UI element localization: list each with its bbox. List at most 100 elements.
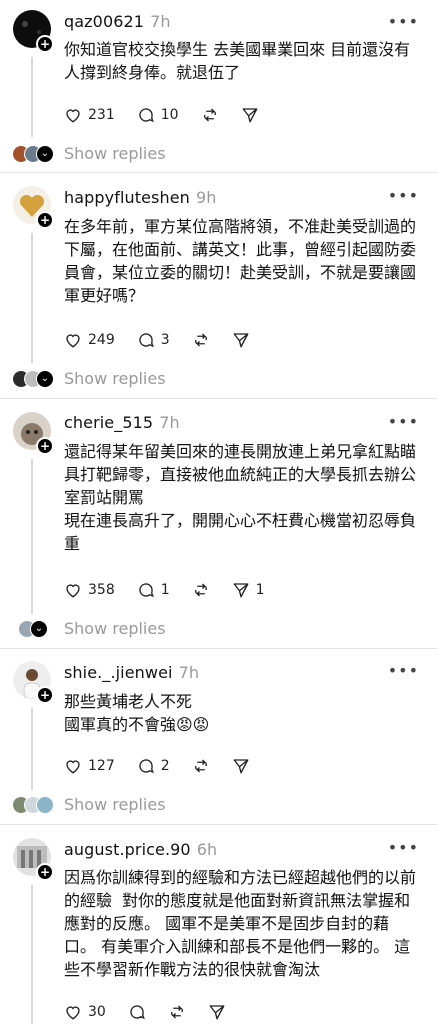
show-replies-row[interactable]: ⌄ Show replies [12,141,166,165]
post-time: 6h [196,840,218,859]
post-actions: 358 1 1 [64,578,287,602]
repost-button[interactable] [192,581,210,599]
reply-avatars: ⌄ [12,618,48,638]
comment-count: 2 [160,758,170,774]
post-text: 你知道官校交換學生 去美國畢業回來 目前還沒有 人撐到終身俸。就退伍了 [64,40,411,82]
comment-icon [139,583,154,598]
chevron-down-icon: ⌄ [36,370,54,388]
repost-icon [194,759,207,773]
divider [0,172,437,173]
post-header: happyfluteshen 9h [64,188,216,207]
post-header: cherie_515 7h [64,413,180,432]
like-count: 127 [88,758,115,774]
share-button[interactable] [232,331,250,349]
like-button[interactable]: 249 [64,331,115,349]
post-time: 7h [150,12,171,31]
comment-button[interactable] [128,1003,146,1021]
username[interactable]: august.price.90 [64,840,191,859]
comment-button[interactable]: 2 [137,757,170,775]
heart-icon [66,334,80,348]
repost-button[interactable] [168,1003,186,1021]
send-icon [233,759,249,774]
post-time: 7h [178,663,200,682]
reply-avatars: ⌄ [12,368,56,388]
follow-plus-icon[interactable]: + [36,211,54,229]
more-options-icon[interactable]: ••• [388,12,419,31]
more-options-icon[interactable]: ••• [388,661,419,680]
comment-button[interactable]: 3 [137,331,170,349]
comment-count: 3 [160,332,170,348]
thread-line [31,708,33,790]
comment-icon [139,333,154,348]
repost-icon [194,583,207,597]
username[interactable]: shie._.jienwei [64,663,173,682]
reply-avatars [12,794,56,814]
repost-icon [194,333,207,347]
post-header: shie._.jienwei 7h [64,663,199,682]
share-button[interactable]: 1 [232,581,265,599]
send-icon [233,333,249,348]
post-actions: 249 3 [64,328,272,352]
show-replies-link[interactable]: Show replies [64,795,166,814]
username[interactable]: happyfluteshen [64,188,190,207]
heart-icon [66,584,80,598]
username[interactable]: qaz00621 [64,12,144,31]
post-actions: 127 2 [64,754,272,778]
thread-line [31,57,33,137]
share-button[interactable] [232,757,250,775]
comment-button[interactable]: 10 [137,106,179,124]
like-button[interactable]: 30 [64,1003,106,1021]
repost-icon [170,1005,183,1019]
comment-count: 10 [160,107,179,123]
comment-icon [139,759,154,774]
thread-line [31,459,33,614]
comment-count: 1 [160,582,170,598]
username[interactable]: cherie_515 [64,413,153,432]
like-count: 358 [88,582,115,598]
post-text: 那些黃埔老人不死 國軍真的不會強😡😡 [64,692,210,734]
thread-line [31,885,33,1024]
post-header: august.price.90 6h [64,840,217,859]
repost-button[interactable] [192,331,210,349]
comment-button[interactable]: 1 [137,581,170,599]
post-time: 7h [159,413,180,432]
post-actions: 30 [64,1000,248,1024]
show-replies-link[interactable]: Show replies [64,144,166,163]
chevron-down-icon: ⌄ [30,620,48,638]
share-button[interactable] [208,1003,226,1021]
post-text: 在多年前，軍方某位高階將領，不准赴美受訓過的 下屬，在他面前、講英文！此事，曾經… [64,217,417,305]
follow-plus-icon[interactable]: + [36,437,54,455]
repost-icon [203,108,216,122]
show-replies-row[interactable]: ⌄ Show replies [12,366,166,390]
heart-icon [66,1006,80,1020]
send-icon [233,583,249,598]
share-count: 1 [255,582,265,598]
post-text: 還記得某年留美回來的連長開放連上弟兄拿紅點瞄 具打靶歸零，直接被他血統純正的大學… [64,442,417,553]
post-time: 9h [195,188,217,207]
divider [0,648,437,649]
send-icon [209,1005,225,1020]
comment-icon [130,1005,145,1020]
post-actions: 231 10 [64,103,281,127]
more-options-icon[interactable]: ••• [388,186,419,205]
like-count: 249 [88,332,115,348]
show-replies-link[interactable]: Show replies [64,619,166,638]
heart-icon [66,109,80,123]
divider [0,824,437,825]
more-options-icon[interactable]: ••• [388,412,419,431]
follow-plus-icon[interactable]: + [36,35,54,53]
share-button[interactable] [241,106,259,124]
show-replies-link[interactable]: Show replies [64,369,166,388]
like-button[interactable]: 231 [64,106,115,124]
show-replies-row[interactable]: Show replies [12,792,166,816]
show-replies-row[interactable]: ⌄ Show replies [12,616,166,640]
follow-plus-icon[interactable]: + [36,863,54,881]
repost-button[interactable] [201,106,219,124]
like-button[interactable]: 358 [64,581,115,599]
follow-plus-icon[interactable]: + [36,686,54,704]
more-options-icon[interactable]: ••• [388,838,419,857]
comment-icon [139,108,154,123]
repost-button[interactable] [192,757,210,775]
divider [0,398,437,399]
like-button[interactable]: 127 [64,757,115,775]
